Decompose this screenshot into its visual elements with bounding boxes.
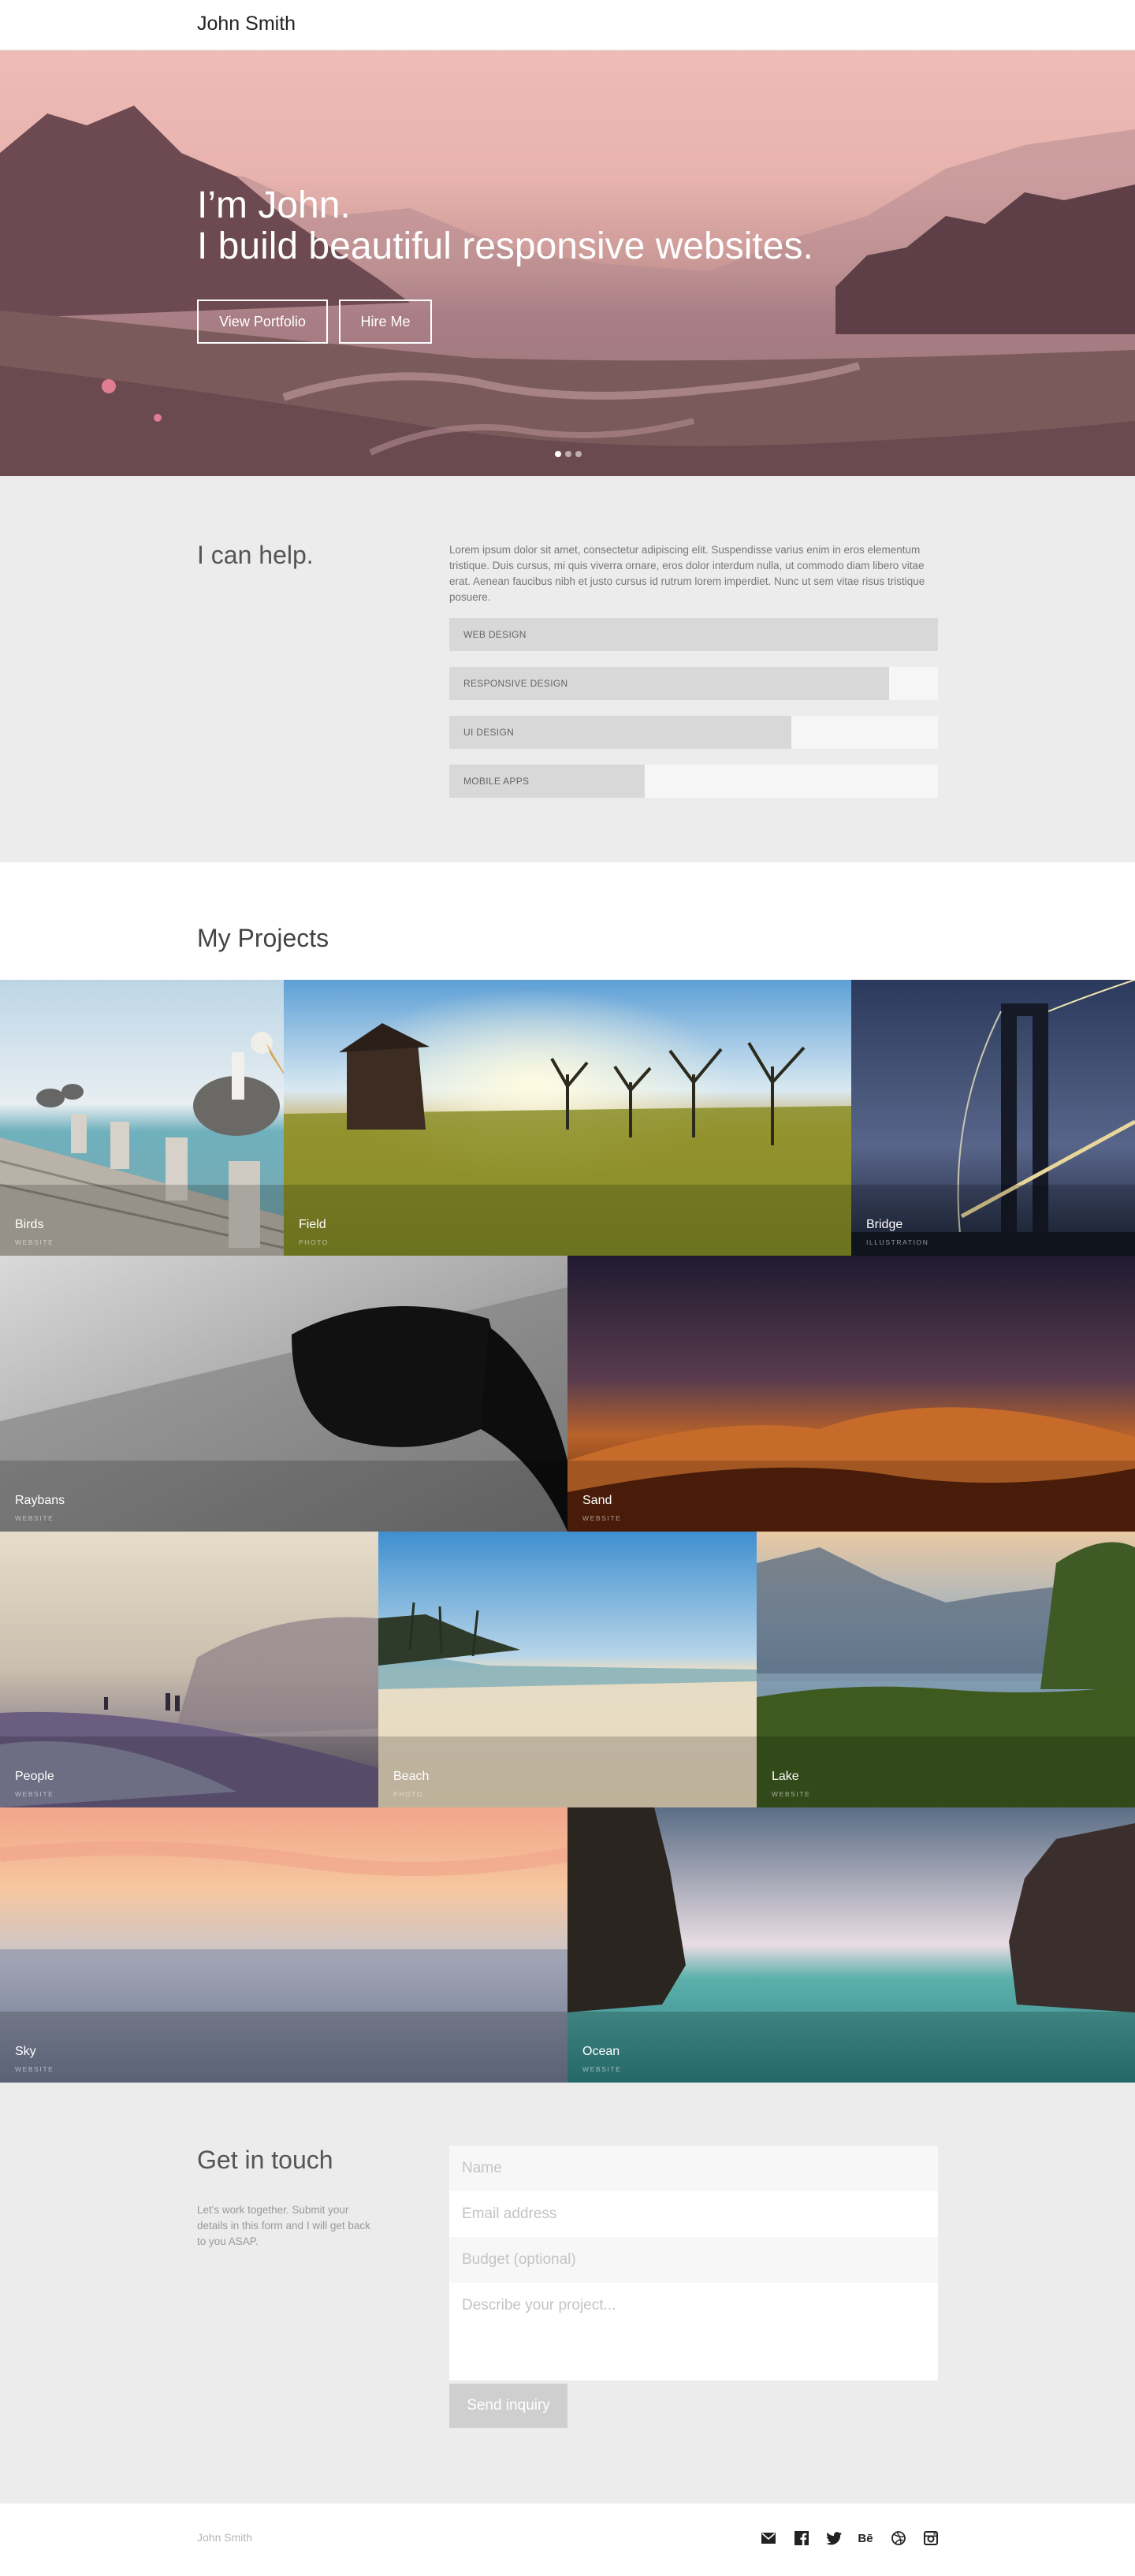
project-category: ILLUSTRATION	[866, 1238, 929, 1246]
project-name: Bridge	[866, 1218, 903, 1231]
hero-slider: I’m John. I build beautiful responsive w…	[0, 50, 1135, 476]
project-image	[851, 980, 1135, 1256]
project-category: WEBSITE	[582, 1514, 622, 1522]
project-name: People	[15, 1770, 54, 1783]
project-category: WEBSITE	[15, 1790, 54, 1798]
hire-me-button[interactable]: Hire Me	[339, 300, 432, 344]
skills-description: Lorem ipsum dolor sit amet, consectetur …	[449, 544, 925, 603]
email-field[interactable]	[449, 2191, 938, 2237]
facebook-icon[interactable]	[793, 2529, 810, 2547]
project-image	[568, 1807, 1135, 2083]
site-brand[interactable]: John Smith	[197, 13, 296, 35]
contact-title: Get in touch	[197, 2146, 333, 2174]
project-tile[interactable]: Birds WEBSITE	[0, 980, 284, 1256]
project-name: Sand	[582, 1494, 612, 1507]
project-image	[0, 980, 284, 1256]
project-category: WEBSITE	[772, 1790, 811, 1798]
twitter-icon[interactable]	[825, 2529, 843, 2547]
project-category: PHOTO	[393, 1790, 424, 1798]
instagram-icon[interactable]	[922, 2529, 940, 2547]
project-name: Sky	[15, 2045, 36, 2058]
project-tile[interactable]: Field PHOTO	[284, 980, 851, 1256]
project-description-field[interactable]	[449, 2283, 938, 2381]
project-name: Raybans	[15, 1494, 65, 1507]
skill-label: MOBILE APPS	[463, 776, 530, 787]
project-category: WEBSITE	[15, 1514, 54, 1522]
project-tile[interactable]: People WEBSITE	[0, 1532, 378, 1807]
project-tile[interactable]: Sand WEBSITE	[568, 1256, 1135, 1532]
project-category: WEBSITE	[582, 2065, 622, 2073]
project-tile[interactable]: Beach PHOTO	[378, 1532, 757, 1807]
slider-dot-2[interactable]	[565, 451, 571, 457]
skill-bar: RESPONSIVE DESIGN	[449, 667, 938, 700]
project-image	[0, 1532, 378, 1807]
mail-icon[interactable]	[760, 2529, 777, 2547]
view-portfolio-button[interactable]: View Portfolio	[197, 300, 328, 344]
send-inquiry-button[interactable]: Send inquiry	[449, 2384, 568, 2428]
project-category: WEBSITE	[15, 1238, 54, 1246]
project-tile[interactable]: Sky WEBSITE	[0, 1807, 568, 2083]
name-field[interactable]	[449, 2146, 938, 2191]
hero-heading-line1: I’m John.	[197, 184, 351, 226]
hero-heading-line2: I build beautiful responsive websites.	[197, 225, 813, 267]
skill-bar: MOBILE APPS	[449, 765, 938, 798]
behance-icon[interactable]: Bē	[857, 2529, 874, 2547]
project-image	[284, 980, 851, 1256]
project-category: PHOTO	[299, 1238, 329, 1246]
site-footer: John Smith Bē	[0, 2503, 1135, 2576]
contact-description: Let's work together. Submit your details…	[197, 2204, 370, 2247]
slider-dot-3[interactable]	[575, 451, 582, 457]
site-header: John Smith	[0, 0, 1135, 50]
project-image	[757, 1532, 1135, 1807]
skills-section: I can help. Lorem ipsum dolor sit amet, …	[0, 476, 1135, 862]
project-tile[interactable]: Ocean WEBSITE	[568, 1807, 1135, 2083]
project-image	[0, 1256, 568, 1532]
project-image	[0, 1807, 568, 2083]
project-tile[interactable]: Bridge ILLUSTRATION	[851, 980, 1135, 1256]
project-image	[378, 1532, 757, 1807]
project-category: WEBSITE	[15, 2065, 54, 2073]
skill-label: WEB DESIGN	[463, 629, 527, 640]
project-name: Ocean	[582, 2045, 620, 2058]
skill-label: RESPONSIVE DESIGN	[463, 678, 568, 689]
dribbble-icon[interactable]	[890, 2529, 907, 2547]
project-tile[interactable]: Lake WEBSITE	[757, 1532, 1135, 1807]
project-image	[568, 1256, 1135, 1532]
skill-bar: WEB DESIGN	[449, 618, 938, 651]
project-tile[interactable]: Raybans WEBSITE	[0, 1256, 568, 1532]
projects-title: My Projects	[197, 924, 329, 952]
footer-name: John Smith	[197, 2531, 253, 2544]
project-name: Field	[299, 1218, 326, 1231]
skills-title: I can help.	[197, 541, 314, 569]
project-name: Birds	[15, 1218, 44, 1231]
contact-section: Get in touch Let's work together. Submit…	[0, 2083, 1135, 2503]
skill-bar: UI DESIGN	[449, 716, 938, 749]
project-name: Lake	[772, 1770, 799, 1783]
budget-field[interactable]	[449, 2237, 938, 2283]
slider-dot-1[interactable]	[555, 451, 561, 457]
skill-label: UI DESIGN	[463, 727, 515, 738]
project-name: Beach	[393, 1770, 430, 1783]
